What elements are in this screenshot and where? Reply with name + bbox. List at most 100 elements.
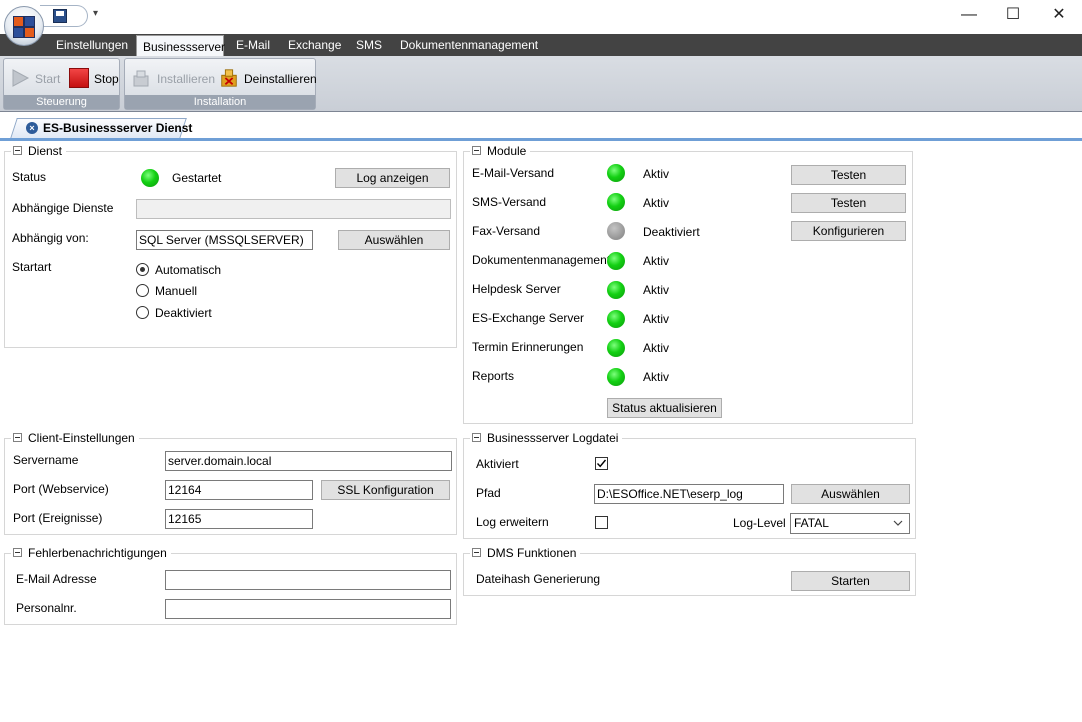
group-header: DMS Funktionen <box>470 546 581 560</box>
collapse-icon[interactable] <box>472 146 481 155</box>
document-tab-title: ES-Businessserver Dienst <box>43 121 193 135</box>
servername-field[interactable]: server.domain.local <box>165 451 452 471</box>
log-anzeigen-button[interactable]: Log anzeigen <box>335 168 450 188</box>
title-bar <box>0 0 1082 34</box>
ssl-config-button[interactable]: SSL Konfiguration <box>321 480 450 500</box>
log-level-select[interactable]: FATAL <box>790 513 910 534</box>
depends-on-field[interactable]: SQL Server (MSSQLSERVER) <box>136 230 313 250</box>
log-activated-checkbox[interactable] <box>595 457 608 470</box>
collapse-icon[interactable] <box>472 548 481 557</box>
module-status: Aktiv <box>643 283 670 297</box>
ribbon-group-label: Steuerung <box>4 95 119 109</box>
log-path-select-button[interactable]: Auswählen <box>791 484 910 504</box>
module-status-indicator-icon <box>607 310 625 328</box>
log-path-field[interactable]: D:\ESOffice.NET\eserp_log <box>594 484 784 504</box>
email-address-field[interactable] <box>165 570 451 590</box>
configure-fax-button[interactable]: Konfigurieren <box>791 221 906 241</box>
ribbon-group-label: Installation <box>125 95 315 109</box>
play-icon <box>12 69 30 87</box>
port-webservice-field[interactable]: 12164 <box>165 480 313 500</box>
module-name: Dokumentenmanagement <box>472 253 611 267</box>
depends-on-select-button[interactable]: Auswählen <box>338 230 450 250</box>
personal-number-field[interactable] <box>165 599 451 619</box>
module-status-indicator-icon <box>607 222 625 240</box>
tab-businessserver[interactable]: Businessserver <box>136 35 225 56</box>
group-title: DMS Funktionen <box>487 546 577 560</box>
maximize-button[interactable]: ☐ <box>996 4 1030 26</box>
module-status-indicator-icon <box>607 252 625 270</box>
collapse-icon[interactable] <box>13 433 22 442</box>
status-value: Gestartet <box>172 171 222 185</box>
close-button[interactable]: ✕ <box>1042 4 1076 26</box>
module-name: Fax-Versand <box>472 224 541 238</box>
start-button[interactable]: Start <box>8 64 62 94</box>
log-level-value: FATAL <box>794 516 829 530</box>
tab-sms[interactable]: SMS <box>350 34 388 56</box>
ribbon-group-steuerung: Start Stop Steuerung <box>3 58 120 110</box>
port-events-label: Port (Ereignisse) <box>13 511 103 525</box>
quick-access-toolbar <box>40 5 88 27</box>
minimize-button[interactable]: — <box>952 4 986 26</box>
log-extended-label: Log erweitern <box>476 515 549 529</box>
test-sms-button[interactable]: Testen <box>791 193 906 213</box>
start-hash-button[interactable]: Starten <box>791 571 910 591</box>
log-extended-checkbox[interactable] <box>595 516 608 529</box>
module-name: Reports <box>472 369 515 383</box>
stop-label: Stop <box>94 72 119 86</box>
test-email-button[interactable]: Testen <box>791 165 906 185</box>
tab-exchange[interactable]: Exchange <box>282 34 344 56</box>
collapse-icon[interactable] <box>13 548 22 557</box>
tab-dokumentenmanagement[interactable]: Dokumentenmanagement <box>394 34 538 56</box>
save-icon[interactable] <box>53 9 67 23</box>
group-title: Module <box>487 144 527 158</box>
startart-deaktiviert-radio[interactable] <box>136 306 149 319</box>
collapse-icon[interactable] <box>472 433 481 442</box>
install-label: Installieren <box>157 72 216 86</box>
status-indicator-icon <box>141 169 159 187</box>
uninstall-icon <box>221 69 237 87</box>
install-icon <box>133 70 149 87</box>
module-status: Aktiv <box>643 370 670 384</box>
module-name: Helpdesk Server <box>472 282 561 296</box>
log-activated-label: Aktiviert <box>476 457 519 471</box>
dependent-services-label: Abhängige Dienste <box>12 201 114 215</box>
tab-close-icon[interactable]: × <box>26 122 38 134</box>
ribbon-tab-row: Einstellungen Businessserver E-Mail Exch… <box>0 34 1082 56</box>
checkmark-icon <box>596 459 607 468</box>
group-title: Businessserver Logdatei <box>487 431 619 445</box>
stop-button[interactable]: Stop <box>67 64 119 94</box>
startart-deaktiviert-label[interactable]: Deaktiviert <box>155 306 212 320</box>
module-status-indicator-icon <box>607 281 625 299</box>
app-logo-icon <box>13 16 24 27</box>
depends-on-label: Abhängig von: <box>12 231 89 245</box>
module-name: E-Mail-Versand <box>472 166 555 180</box>
ribbon: Start Stop Steuerung Installieren Deinst… <box>0 56 1082 112</box>
qat-dropdown-icon[interactable]: ▾ <box>93 8 98 19</box>
startart-manuell-label[interactable]: Manuell <box>155 284 197 298</box>
startart-label: Startart <box>12 260 52 274</box>
module-status: Aktiv <box>643 254 670 268</box>
uninstall-button[interactable]: Deinstallieren <box>219 64 317 94</box>
application-menu-button[interactable] <box>4 6 44 46</box>
port-webservice-label: Port (Webservice) <box>13 482 109 496</box>
module-status-indicator-icon <box>607 339 625 357</box>
port-events-field[interactable]: 12165 <box>165 509 313 529</box>
tab-email[interactable]: E-Mail <box>230 34 276 56</box>
refresh-status-button[interactable]: Status aktualisieren <box>607 398 722 418</box>
group-header: Fehlerbenachrichtigungen <box>11 546 171 560</box>
module-status-indicator-icon <box>607 368 625 386</box>
ribbon-group-installation: Installieren Deinstallieren Installation <box>124 58 317 110</box>
startart-automatisch-radio[interactable] <box>136 263 149 276</box>
chevron-down-icon <box>893 514 903 540</box>
startart-automatisch-label[interactable]: Automatisch <box>155 263 221 277</box>
startart-manuell-radio[interactable] <box>136 284 149 297</box>
group-title: Dienst <box>28 144 63 158</box>
tab-einstellungen[interactable]: Einstellungen <box>50 34 130 56</box>
personal-number-label: Personalnr. <box>16 601 77 615</box>
module-name: Termin Erinnerungen <box>472 340 584 354</box>
file-hash-label: Dateihash Generierung <box>476 572 601 586</box>
collapse-icon[interactable] <box>13 146 22 155</box>
module-status: Aktiv <box>643 196 670 210</box>
install-button[interactable]: Installieren <box>129 64 216 94</box>
status-label: Status <box>12 170 47 184</box>
